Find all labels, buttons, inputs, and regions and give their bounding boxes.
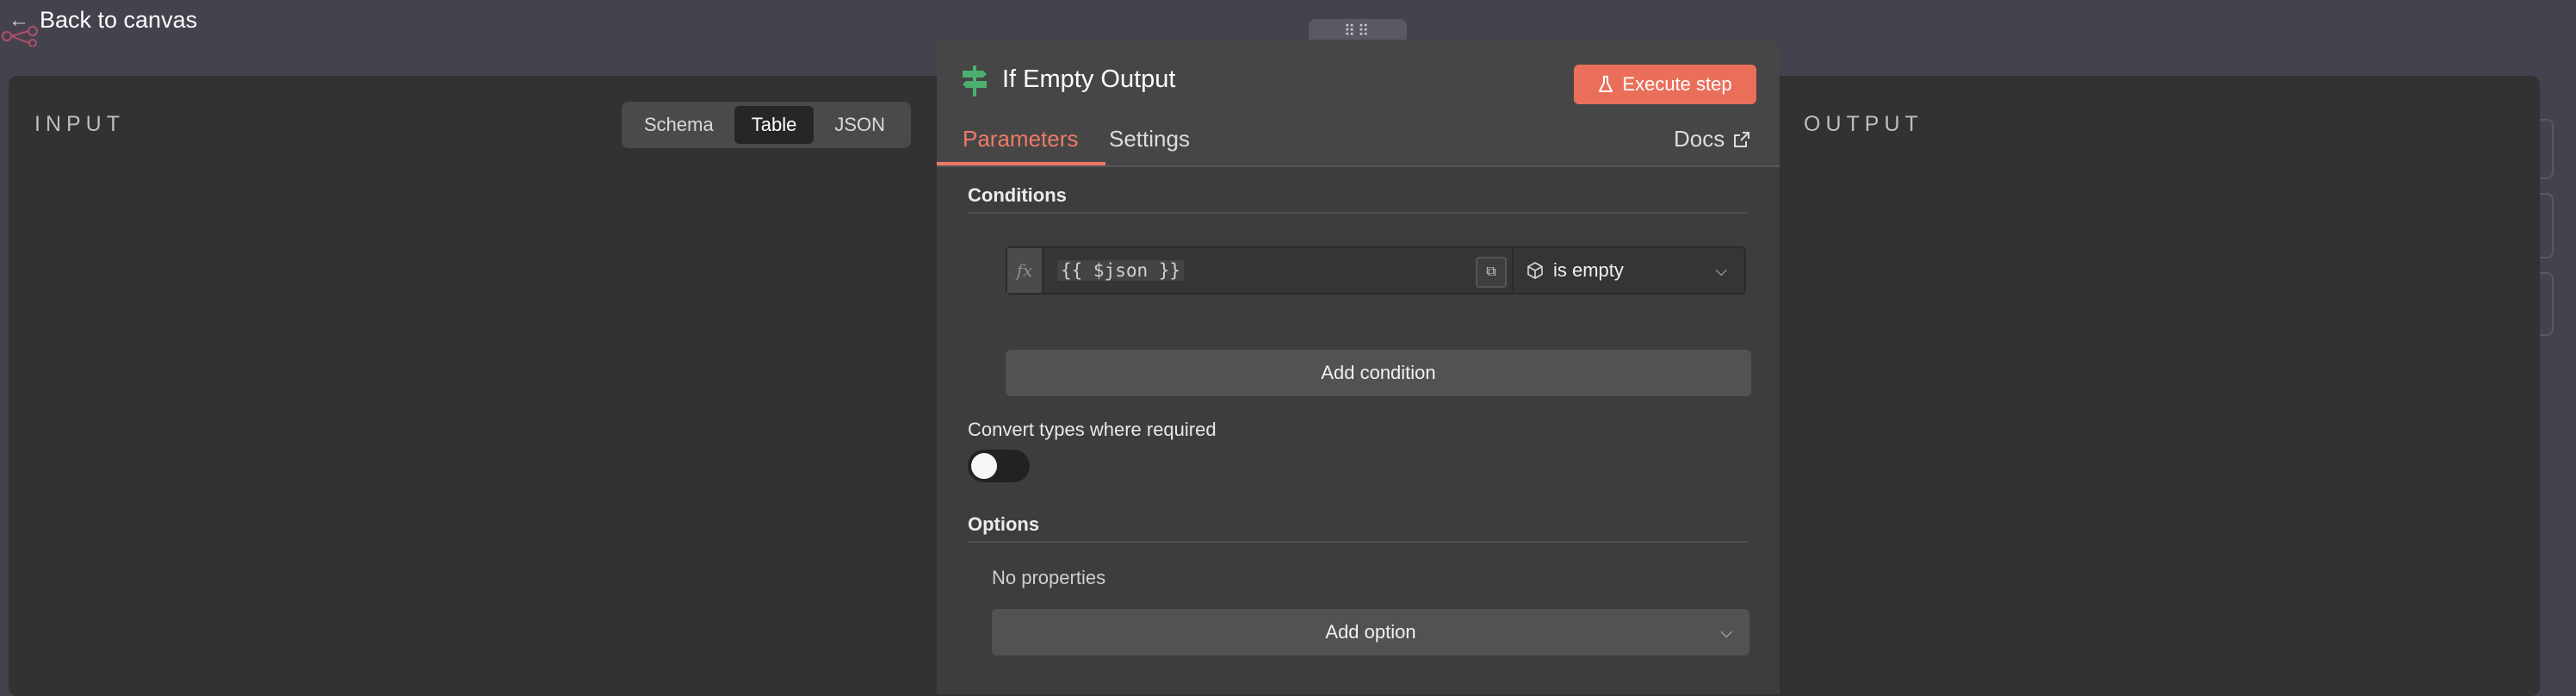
view-table-option[interactable]: Table xyxy=(734,106,814,144)
expression-text: {{ $json }} xyxy=(1057,260,1185,281)
edge-control[interactable] xyxy=(2540,272,2554,336)
toggle-knob xyxy=(971,453,997,479)
signpost-icon xyxy=(963,65,987,96)
conditions-title: Conditions xyxy=(968,184,1067,206)
header-divider xyxy=(937,165,1780,167)
no-properties-text: No properties xyxy=(992,567,1106,588)
node-settings-panel: If Empty Output Execute step Parameters … xyxy=(937,40,1780,694)
add-option-label: Add option xyxy=(1325,621,1416,643)
cube-icon xyxy=(1527,262,1543,279)
tab-settings[interactable]: Settings xyxy=(1109,126,1190,152)
output-panel-heading: OUTPUT xyxy=(1804,112,1923,136)
operator-select[interactable]: is empty ⌵ xyxy=(1512,248,1744,293)
edge-control[interactable] xyxy=(2540,119,2554,179)
fx-icon: fx xyxy=(1007,248,1043,293)
docs-link[interactable]: Docs xyxy=(1674,126,1750,152)
expand-editor-icon[interactable]: ⧉ xyxy=(1476,257,1507,288)
condition-row: fx {{ $json }} ⧉ is empty ⌵ xyxy=(1006,246,1746,295)
docs-label: Docs xyxy=(1674,126,1725,152)
view-schema-option[interactable]: Schema xyxy=(627,106,731,144)
add-option-button[interactable]: Add option ⌵ xyxy=(992,609,1749,656)
node-title: If Empty Output xyxy=(1002,65,1176,93)
add-condition-button[interactable]: Add condition xyxy=(1006,350,1751,396)
chevron-down-icon: ⌵ xyxy=(1715,261,1727,279)
chevron-down-icon: ⌵ xyxy=(1720,623,1732,641)
convert-types-toggle[interactable] xyxy=(968,450,1030,482)
input-panel-heading: INPUT xyxy=(34,112,125,136)
back-to-canvas-label: Back to canvas xyxy=(40,7,198,33)
condition-value-input[interactable]: {{ $json }} xyxy=(1043,248,1508,293)
view-json-option[interactable]: JSON xyxy=(817,106,902,144)
execute-step-button[interactable]: Execute step xyxy=(1574,65,1756,104)
external-link-icon xyxy=(1734,131,1750,147)
flask-icon xyxy=(1599,76,1613,92)
operator-label: is empty xyxy=(1553,259,1624,281)
canvas-connection-icon xyxy=(2,26,38,47)
section-divider xyxy=(968,541,1748,543)
tab-parameters[interactable]: Parameters xyxy=(963,126,1078,152)
edge-control[interactable] xyxy=(2540,193,2554,258)
execute-step-label: Execute step xyxy=(1622,73,1732,95)
input-view-toggle[interactable]: Schema Table JSON xyxy=(622,102,911,148)
options-title: Options xyxy=(968,513,1040,535)
convert-types-label: Convert types where required xyxy=(968,419,1217,440)
section-divider xyxy=(968,212,1748,214)
